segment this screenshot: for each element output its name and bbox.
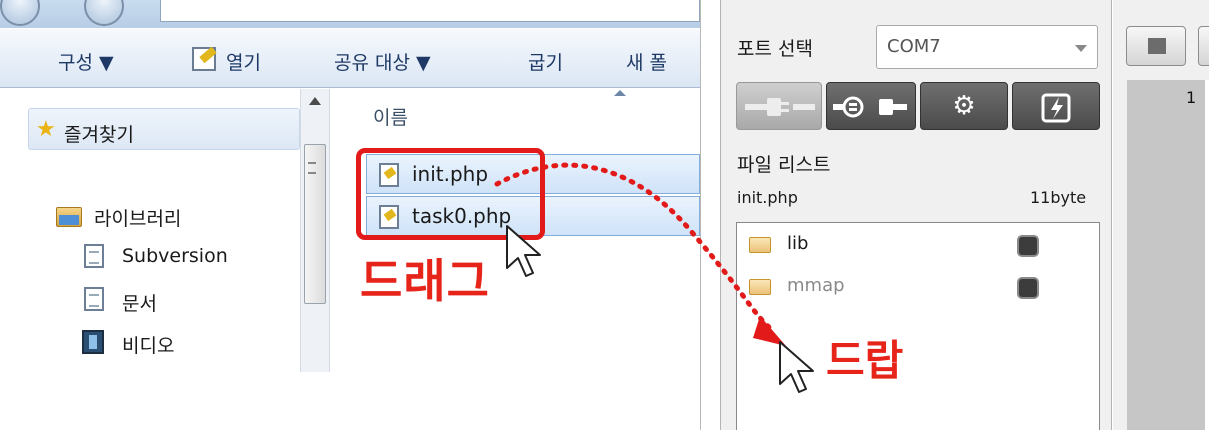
port-select-dropdown[interactable]: COM7 [876, 25, 1098, 69]
chip-icon [1019, 279, 1037, 297]
sort-arrow-icon [614, 90, 626, 96]
scroll-up-arrow-icon[interactable] [309, 97, 321, 105]
connect-plug-icon [745, 98, 815, 116]
folder-icon [749, 279, 771, 295]
nav-item-subversion[interactable]: Subversion [122, 245, 228, 267]
flash-button[interactable] [1012, 82, 1100, 130]
disconnect-button[interactable] [826, 82, 916, 130]
file-explorer-window: 구성 ▼ 열기 공유 대상 ▼ 굽기 새 폴 ★ 즐겨찾기 라이브러리 Subv… [0, 0, 700, 372]
port-select-value: COM7 [887, 36, 941, 57]
drop-annotation: 드랍 [826, 336, 904, 385]
editor-toolbar-button[interactable] [1198, 26, 1209, 66]
explorer-titlebar [0, 0, 700, 28]
folder-name-mmap[interactable]: mmap [787, 275, 845, 296]
stop-icon [1148, 38, 1166, 54]
code-area[interactable] [1205, 80, 1209, 430]
folder-icon [749, 237, 771, 253]
share-menu[interactable]: 공유 대상 ▼ [334, 48, 431, 75]
drag-annotation: 드래그 [360, 254, 490, 308]
chevron-down-icon [1075, 45, 1087, 52]
disconnect-plug-icon [833, 96, 907, 118]
file-list-label: 파일 리스트 [737, 154, 831, 176]
grip-icon [308, 162, 316, 174]
selected-file-size: 11byte [1030, 188, 1087, 207]
documents-icon [84, 287, 104, 311]
chip-icon [1019, 237, 1037, 255]
videos-icon [82, 330, 104, 354]
device-file-list[interactable]: lib mmap [736, 222, 1100, 430]
settings-button[interactable]: ⚙ [920, 82, 1008, 130]
explorer-toolbar: 구성 ▼ 열기 공유 대상 ▼ 굽기 새 폴 [0, 28, 700, 88]
subversion-icon [84, 244, 104, 268]
selected-file-name: init.php [737, 188, 798, 207]
line-number: 1 [1186, 88, 1197, 107]
nav-favorites-label[interactable]: 즐겨찾기 [64, 120, 134, 147]
line-number-gutter [1127, 80, 1209, 430]
library-icon [56, 207, 82, 227]
column-header-name[interactable]: 이름 [373, 103, 408, 130]
open-icon [192, 47, 216, 71]
address-bar[interactable] [160, 0, 700, 22]
nav-item-documents[interactable]: 문서 [122, 289, 157, 316]
navigation-scrollbar[interactable] [300, 89, 330, 372]
port-select-label: 포트 선택 [737, 38, 813, 60]
drag-selection-highlight [356, 148, 545, 240]
folder-name-lib[interactable]: lib [787, 233, 808, 254]
forward-button[interactable] [84, 0, 124, 26]
open-button[interactable]: 열기 [226, 48, 261, 75]
stop-button[interactable] [1126, 26, 1186, 66]
organize-menu[interactable]: 구성 ▼ [58, 48, 114, 75]
new-folder-button[interactable]: 새 폴 [626, 48, 667, 75]
burn-button[interactable]: 굽기 [528, 48, 563, 75]
connect-button[interactable] [736, 82, 822, 130]
nav-item-libraries[interactable]: 라이브러리 [94, 204, 181, 231]
chip-flash-icon [1041, 93, 1071, 123]
nav-item-videos[interactable]: 비디오 [122, 331, 174, 358]
back-button[interactable] [0, 0, 40, 26]
gear-icon: ⚙ [952, 91, 976, 121]
window-divider [700, 0, 720, 430]
star-icon: ★ [36, 117, 56, 142]
